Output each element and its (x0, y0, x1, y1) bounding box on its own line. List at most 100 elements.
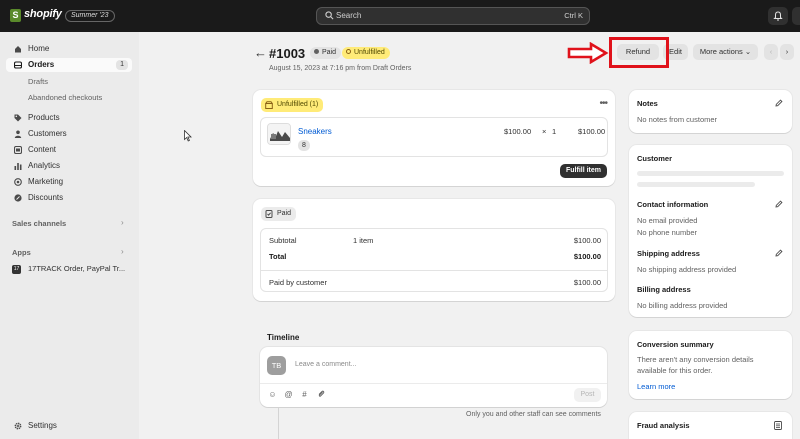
mouse-cursor-icon (184, 130, 192, 142)
paid-label: Paid by customer (269, 278, 327, 287)
notes-heading: Notes (637, 99, 658, 108)
product-name-link[interactable]: Sneakers (298, 127, 332, 136)
line-item: Sneakers 8 $100.00 × 1 $100.00 (260, 117, 608, 157)
pencil-icon[interactable] (775, 99, 783, 107)
sidebar-item-orders[interactable]: Orders 1 (6, 58, 132, 72)
chevron-right-icon: › (785, 47, 789, 56)
sidebar-item-analytics[interactable]: Analytics (6, 159, 132, 173)
fulfillment-card: Unfulfilled (1) ••• Sneakers 8 $100.00 ×… (253, 90, 615, 186)
notifications-button[interactable] (768, 7, 788, 25)
product-thumbnail[interactable] (267, 123, 291, 145)
shopify-logo-icon[interactable]: S (10, 9, 21, 22)
customer-heading: Customer (637, 154, 673, 163)
apps-heading[interactable]: Apps (12, 248, 31, 257)
attachment-icon[interactable] (316, 390, 325, 399)
times-sign: × (542, 127, 547, 136)
post-button[interactable]: Post (574, 388, 601, 402)
divider (261, 270, 607, 271)
shipping-address-heading: Shipping address (637, 249, 700, 258)
badge-label: Unfulfilled (354, 49, 385, 56)
customer-card: Customer Contact information No email pr… (629, 145, 792, 317)
paid-chip: Paid (261, 207, 297, 221)
sales-channels-heading[interactable]: Sales channels (12, 219, 66, 228)
pencil-icon[interactable] (775, 200, 783, 208)
hashtag-icon[interactable]: # (300, 390, 309, 399)
chevron-left-icon: ‹ (769, 47, 773, 56)
conversion-text-line: available for this order. (637, 366, 713, 375)
more-options-icon[interactable]: ••• (599, 98, 607, 109)
sidebar-sub-drafts[interactable]: Drafts (28, 77, 48, 86)
store-menu-button[interactable] (792, 7, 800, 25)
timeline-line (278, 408, 279, 439)
paperclip-icon (318, 390, 324, 397)
divider (260, 383, 607, 384)
brand-name[interactable]: shopify (24, 8, 62, 20)
person-icon (14, 130, 22, 138)
conversion-text-line: There aren't any conversion details (637, 355, 754, 364)
subtotal-items: 1 item (353, 236, 374, 245)
sidebar-item-products[interactable]: Products (6, 111, 132, 125)
sidebar-item-settings[interactable]: Settings (6, 419, 132, 433)
subtotal-row: Subtotal 1 item $100.00 (269, 236, 601, 246)
paid-by-customer-row: Paid by customer $100.00 (269, 278, 601, 288)
more-actions-button[interactable]: More actions ⌄ (693, 44, 758, 60)
billing-address-heading: Billing address (637, 285, 691, 294)
sidebar-item-customers[interactable]: Customers (6, 127, 132, 141)
total-value: $100.00 (573, 252, 601, 261)
conversion-summary-card: Conversion summary There aren't any conv… (629, 331, 792, 399)
sidebar-label: Customers (28, 129, 67, 138)
sidebar-app-17track[interactable]: 17 17TRACK Order, PayPal Tr... (12, 264, 134, 276)
learn-more-link[interactable]: Learn more (637, 382, 675, 391)
sidebar-label: Marketing (28, 177, 64, 186)
sidebar-label: Orders (28, 60, 55, 69)
mention-icon[interactable]: @ (284, 390, 293, 399)
package-icon (265, 101, 273, 109)
comment-input[interactable]: Leave a comment... (295, 361, 356, 368)
notes-card: Notes No notes from customer (629, 90, 792, 133)
comments-visibility-note: Only you and other staff can see comment… (466, 411, 601, 418)
pencil-icon[interactable] (775, 249, 783, 257)
search-bar[interactable]: Search Ctrl K (316, 7, 590, 25)
discount-icon (14, 194, 22, 202)
gear-icon (14, 422, 22, 430)
annotation-arrow-icon (567, 42, 609, 64)
shipping-address-text: No shipping address provided (637, 265, 737, 274)
chip-label: Paid (277, 210, 292, 217)
line-total: $100.00 (578, 127, 606, 136)
payment-status-badge: Paid (310, 47, 342, 59)
next-order-button[interactable]: › (780, 44, 794, 60)
document-icon[interactable] (774, 421, 782, 430)
no-phone-text: No phone number (637, 228, 698, 237)
home-icon (15, 46, 21, 53)
back-button[interactable]: ← (254, 45, 267, 60)
subtotal-label: Subtotal (269, 236, 297, 245)
fraud-analysis-card: Fraud analysis (629, 412, 792, 439)
chevron-right-icon[interactable]: › (121, 218, 124, 227)
order-date-source: August 15, 2023 at 7:16 pm from Draft Or… (269, 65, 412, 72)
sidebar-item-home[interactable]: Home (6, 42, 132, 56)
sidebar-label: Discounts (28, 193, 64, 202)
payment-summary: Subtotal 1 item $100.00 Total $100.00 Pa… (260, 228, 608, 292)
chevron-right-icon[interactable]: › (121, 247, 124, 256)
loading-skeleton (637, 182, 755, 187)
app-17track-icon: 17 (12, 265, 21, 274)
emoji-icon[interactable]: ☺ (268, 390, 277, 399)
sidebar-sub-abandoned-checkouts[interactable]: Abandoned checkouts (28, 93, 102, 102)
previous-order-button[interactable]: ‹ (764, 44, 778, 60)
sidebar-item-marketing[interactable]: Marketing (6, 175, 132, 189)
annotation-highlight-box (609, 37, 669, 68)
status-dot-icon (346, 49, 351, 54)
timeline-heading: Timeline (267, 333, 300, 342)
more-actions-label: More actions (699, 47, 743, 56)
app-label: 17TRACK Order, PayPal Tr... (28, 264, 126, 273)
sidebar-item-content[interactable]: Content (6, 143, 132, 157)
sidebar-item-discounts[interactable]: Discounts (6, 191, 132, 205)
orders-count-badge: 1 (116, 60, 128, 70)
subtotal-value: $100.00 (573, 236, 601, 245)
notes-text: No notes from customer (637, 115, 718, 124)
total-row: Total $100.00 (269, 252, 601, 262)
fulfill-item-button[interactable]: Fulfill item (560, 164, 607, 178)
sidebar-label: Settings (28, 421, 57, 430)
fraud-analysis-heading: Fraud analysis (637, 421, 690, 430)
sidebar-label: Products (28, 113, 60, 122)
